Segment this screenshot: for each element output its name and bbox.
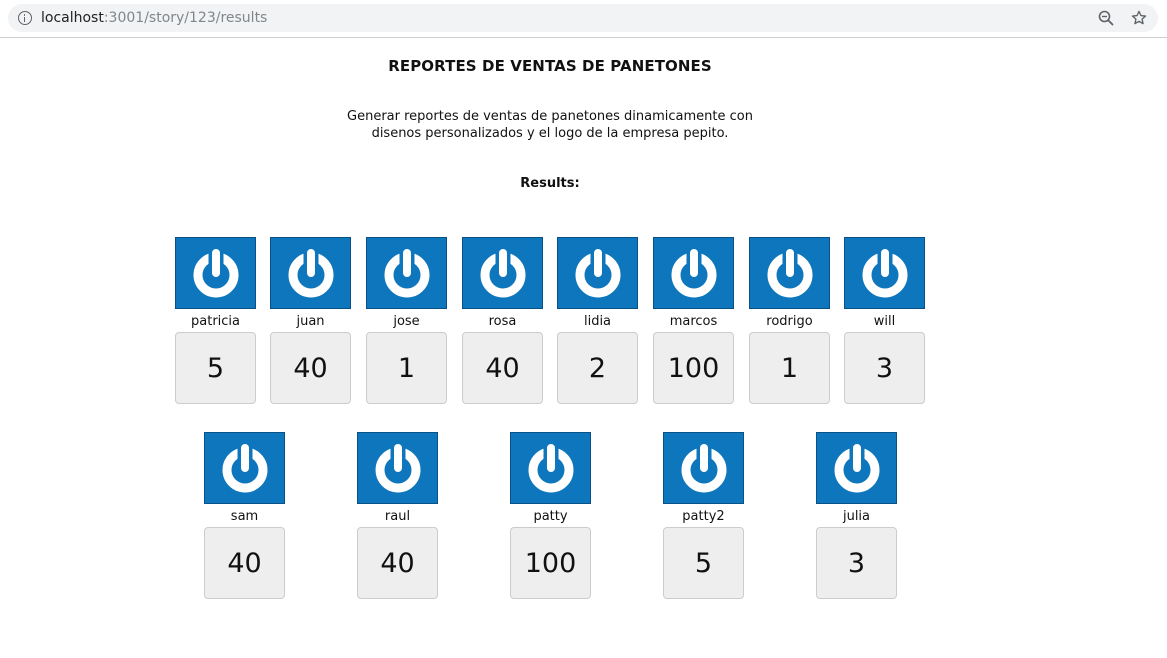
result-card: sam 40 [204, 432, 285, 599]
result-card: lidia 2 [557, 237, 638, 404]
result-name: will [873, 314, 896, 329]
result-name: rodrigo [766, 314, 813, 329]
company-logo-icon [366, 237, 447, 309]
result-value: 1 [749, 332, 830, 404]
result-value: 5 [175, 332, 256, 404]
company-logo-icon [510, 432, 591, 504]
result-value: 100 [653, 332, 734, 404]
results-label: Results: [520, 176, 580, 191]
page-title: REPORTES DE VENTAS DE PANETONES [388, 57, 712, 75]
result-card: patricia 5 [175, 237, 256, 404]
result-value: 40 [270, 332, 351, 404]
result-value: 3 [816, 527, 897, 599]
result-name: patty2 [682, 509, 725, 524]
url-path: :3001/story/123/results [103, 10, 268, 26]
result-name: patricia [191, 314, 240, 329]
result-name: juan [296, 314, 325, 329]
result-card: jose 1 [366, 237, 447, 404]
company-logo-icon [357, 432, 438, 504]
address-bar[interactable]: localhost:3001/story/123/results [8, 4, 1158, 32]
result-value: 40 [204, 527, 285, 599]
result-name: lidia [583, 314, 612, 329]
company-logo-icon [816, 432, 897, 504]
url-host: localhost [41, 10, 104, 26]
result-card: patty 100 [510, 432, 591, 599]
company-logo-icon [663, 432, 744, 504]
result-card: patty2 5 [663, 432, 744, 599]
company-logo-icon [653, 237, 734, 309]
result-name: sam [230, 509, 259, 524]
result-name: patty [533, 509, 568, 524]
company-logo-icon [462, 237, 543, 309]
company-logo-icon [270, 237, 351, 309]
company-logo-icon [175, 237, 256, 309]
company-logo-icon [557, 237, 638, 309]
result-card: marcos 100 [653, 237, 734, 404]
result-value: 40 [357, 527, 438, 599]
result-name: jose [393, 314, 420, 329]
result-value: 5 [663, 527, 744, 599]
result-value: 2 [557, 332, 638, 404]
result-value: 1 [366, 332, 447, 404]
result-name: raul [384, 509, 411, 524]
info-icon[interactable] [18, 11, 32, 25]
page-description: Generar reportes de ventas de panetones … [347, 109, 753, 141]
result-card: will 3 [844, 237, 925, 404]
result-card: rosa 40 [462, 237, 543, 404]
result-card: rodrigo 1 [749, 237, 830, 404]
result-name: rosa [488, 314, 517, 329]
browser-toolbar: localhost:3001/story/123/results [0, 0, 1167, 38]
result-card: raul 40 [357, 432, 438, 599]
zoom-icon[interactable] [1098, 10, 1114, 26]
result-value: 100 [510, 527, 591, 599]
company-logo-icon [844, 237, 925, 309]
company-logo-icon [204, 432, 285, 504]
star-icon[interactable] [1130, 9, 1148, 27]
result-value: 3 [844, 332, 925, 404]
url-text[interactable]: localhost:3001/story/123/results [41, 9, 267, 27]
company-logo-icon [749, 237, 830, 309]
result-name: julia [842, 509, 871, 524]
result-value: 40 [462, 332, 543, 404]
result-card: julia 3 [816, 432, 897, 599]
result-card: juan 40 [270, 237, 351, 404]
result-name: marcos [669, 314, 718, 329]
